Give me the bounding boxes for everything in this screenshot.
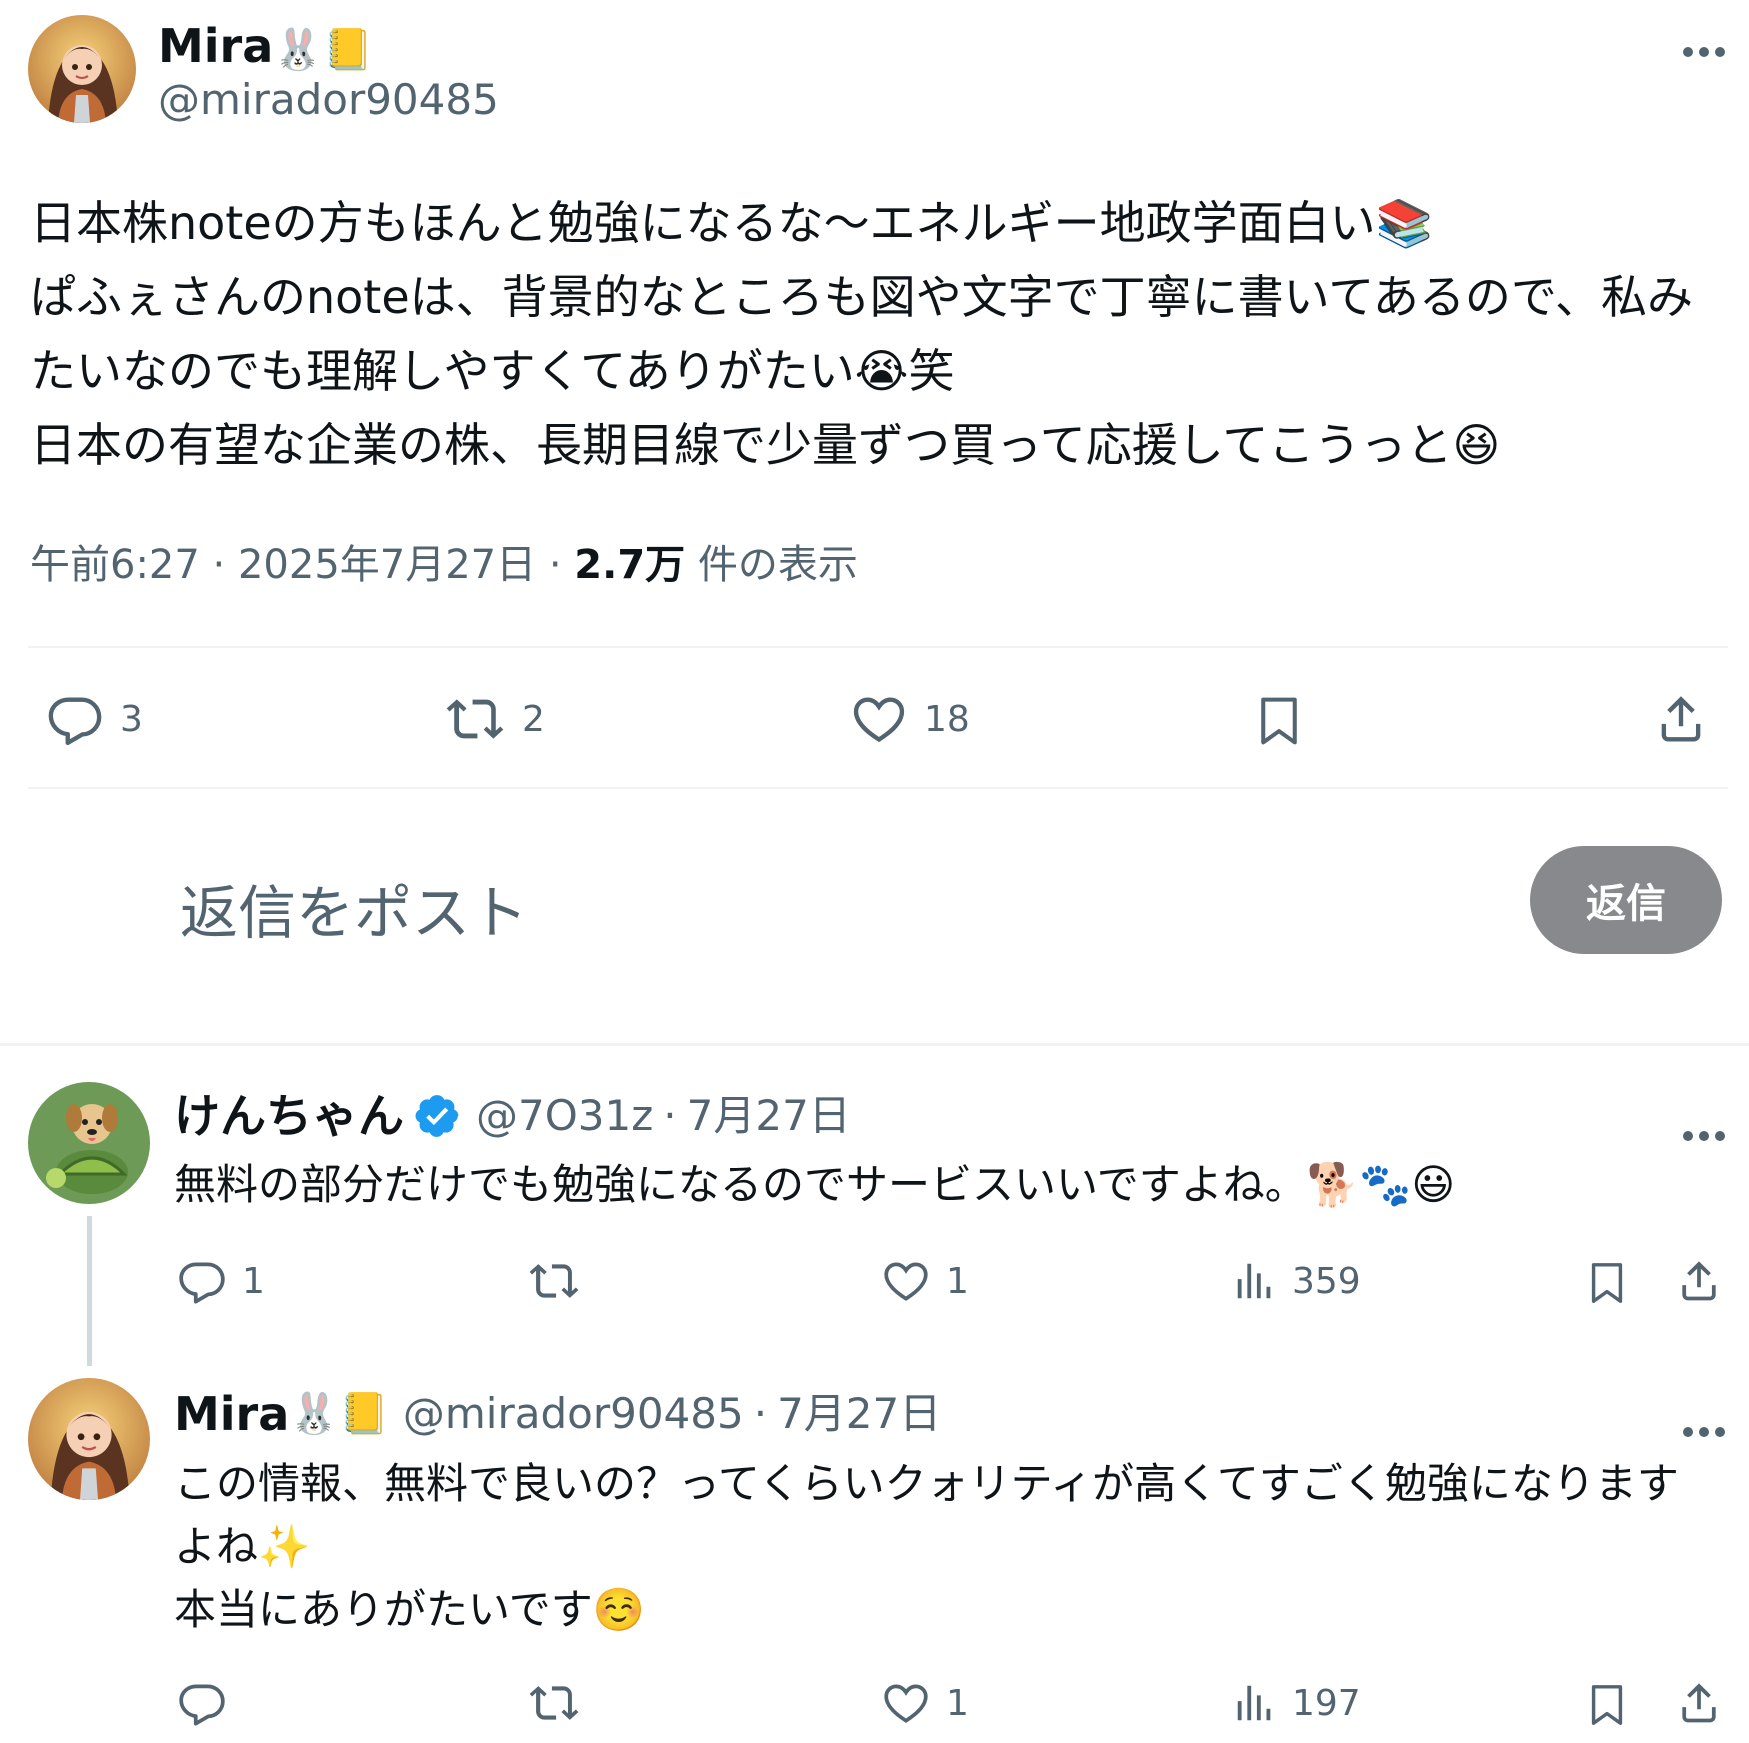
meta-separator: · <box>753 1389 768 1438</box>
share-icon <box>1682 1261 1716 1301</box>
share-button[interactable] <box>1652 690 1710 748</box>
views-icon <box>1237 1685 1271 1721</box>
meta-separator: · <box>212 542 226 588</box>
reply-date[interactable]: 7月27日 <box>777 1388 941 1440</box>
reply-button[interactable]: 1 <box>176 1256 265 1306</box>
repost-button[interactable] <box>525 1256 583 1306</box>
reply-icon <box>179 1262 225 1304</box>
tweet-text: 日本株noteの方もほんと勉強になるな〜エネルギー地政学面白い📚 ぱふぇさんのn… <box>30 196 1694 472</box>
heart-icon <box>884 1262 928 1301</box>
tweet-date[interactable]: 2025年7月27日 <box>238 542 536 588</box>
heart-icon <box>853 697 905 743</box>
views-label: 件の表示 <box>697 542 858 588</box>
reply-author-row: Mira 🐰📒 @mirador90485 · 7月27日 <box>174 1388 941 1440</box>
share-button[interactable] <box>1674 1678 1724 1728</box>
reply-icon <box>179 1684 225 1726</box>
tweet-meta: 午前6:27 · 2025年7月27日 · 2.7万 件の表示 <box>30 540 858 590</box>
like-count: 1 <box>946 1682 969 1724</box>
reply-button[interactable]: 3 <box>44 690 143 748</box>
views-count: 2.7万 <box>574 542 686 588</box>
verified-badge-icon <box>415 1095 459 1137</box>
avatar-mira[interactable] <box>28 15 136 123</box>
author-emojis: 🐰📒 <box>289 1391 389 1437</box>
repost-button[interactable]: 2 <box>442 690 545 748</box>
meta-separator: · <box>548 542 562 588</box>
author-emojis: 🐰📒 <box>273 26 373 73</box>
reply-author-name[interactable]: Mira <box>174 1388 289 1440</box>
bookmark-button[interactable] <box>1584 1678 1630 1732</box>
bookmark-icon <box>1591 1685 1623 1725</box>
reply-count: 1 <box>242 1260 265 1302</box>
views-count: 197 <box>1292 1682 1361 1724</box>
more-icon[interactable] <box>1682 22 1726 68</box>
divider <box>28 646 1728 648</box>
like-button[interactable]: 18 <box>848 690 970 748</box>
bookmark-icon <box>1261 697 1297 745</box>
bookmark-button[interactable] <box>1252 690 1306 752</box>
reply-text: この情報、無料で良いの？ってくらいクォリティが高くてすごく勉強になりますよね✨ … <box>174 1459 1679 1634</box>
avatar-kenchan[interactable] <box>28 1082 150 1204</box>
divider <box>28 787 1728 789</box>
more-icon[interactable] <box>1682 1402 1726 1448</box>
share-icon <box>1661 696 1701 742</box>
share-icon <box>1682 1683 1716 1723</box>
reply-author-name[interactable]: けんちゃん <box>174 1090 404 1142</box>
bookmark-icon <box>1591 1263 1623 1303</box>
reply-icon <box>48 697 102 746</box>
like-button[interactable]: 1 <box>880 1256 969 1306</box>
avatar-mira[interactable] <box>28 1378 150 1500</box>
reply-text: 無料の部分だけでも勉強になるのでサービスいいですよね。🐕🐾😃 <box>174 1160 1456 1209</box>
views-count: 359 <box>1292 1260 1361 1302</box>
reply-author-handle[interactable]: @7O31z <box>476 1090 653 1142</box>
reply-author-row: けんちゃん @7O31z · 7月27日 <box>174 1090 851 1142</box>
views-button[interactable]: 197 <box>1232 1678 1361 1728</box>
tweet-time[interactable]: 午前6:27 <box>30 542 200 588</box>
share-button[interactable] <box>1674 1256 1724 1306</box>
author-name-text[interactable]: Mira <box>158 19 273 73</box>
author-name[interactable]: Mira🐰📒 <box>158 20 373 76</box>
reply-compose-input[interactable]: 返信をポスト <box>180 866 528 950</box>
reply-button[interactable] <box>176 1678 228 1728</box>
repost-icon <box>529 1264 579 1298</box>
reply-date[interactable]: 7月27日 <box>687 1090 851 1142</box>
meta-separator: · <box>663 1091 677 1140</box>
reply-count: 3 <box>120 698 143 740</box>
author-handle[interactable]: @mirador90485 <box>158 74 499 126</box>
more-icon[interactable] <box>1682 1106 1726 1152</box>
repost-button[interactable] <box>525 1678 583 1728</box>
reply-author-handle[interactable]: @mirador90485 <box>403 1388 744 1440</box>
views-button[interactable]: 359 <box>1232 1256 1361 1306</box>
repost-count: 2 <box>522 698 545 740</box>
heart-icon <box>884 1684 928 1723</box>
like-count: 18 <box>924 698 970 740</box>
like-count: 1 <box>946 1260 969 1302</box>
bookmark-button[interactable] <box>1584 1256 1630 1310</box>
views-icon <box>1237 1263 1271 1299</box>
like-button[interactable]: 1 <box>880 1678 969 1728</box>
section-divider <box>0 1043 1749 1046</box>
reply-submit-button[interactable]: 返信 <box>1530 846 1722 954</box>
repost-icon <box>446 699 504 739</box>
repost-icon <box>529 1686 579 1720</box>
thread-line <box>87 1216 92 1366</box>
